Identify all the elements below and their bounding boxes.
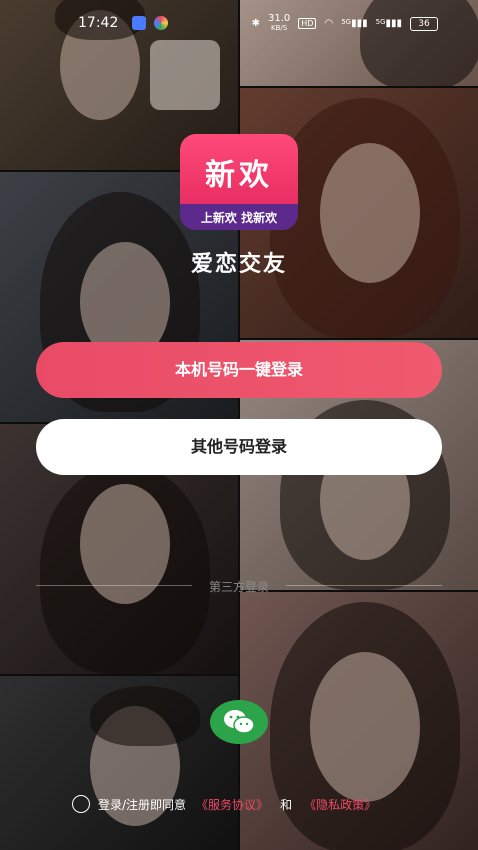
privacy-policy-link[interactable]: 《隐私政策》 [304,796,376,813]
cellular-signal-icon: 5G▮▮▮ [341,18,368,29]
agreement-prefix: 登录/注册即同意 [98,797,187,812]
agreement-and: 和 [280,797,293,812]
other-number-login-button[interactable]: 其他号码登录 [36,419,442,475]
divider-right [286,585,442,586]
bluetooth-icon: ✱ [251,18,260,29]
one-click-login-button[interactable]: 本机号码一键登录 [36,342,442,398]
logo-title: 新欢 [205,158,273,193]
logo-tagline: 上新欢 找新欢 [200,211,278,225]
agreement-row: 登录/注册即同意 《服务协议》 和 《隐私政策》 [72,795,376,813]
app-name: 爱恋交友 [190,252,287,277]
app-notification-icon [132,16,146,30]
agreement-checkbox[interactable] [72,795,90,813]
status-icons: ✱ 31.0 KB/S HD ◠ 5G▮▮▮ 5G▮▮▮ 36 [252,14,438,33]
app-logo: 新欢 上新欢 找新欢 [180,134,298,230]
status-bar: 17:42 ✱ 31.0 KB/S HD ◠ 5G▮▮▮ 5G▮▮▮ 36 [0,0,478,46]
battery-icon: 36 [410,16,438,31]
status-time: 17:42 [78,15,119,31]
hd-badge: HD [298,18,317,29]
app-notification-icon [154,16,168,30]
wechat-login-button[interactable] [210,700,268,744]
third-party-login-label: 第三方登录 [208,580,269,594]
wifi-icon: ◠ [324,18,334,29]
cellular-signal-icon: 5G▮▮▮ [375,18,402,29]
net-speed: 31.0 KB/S [268,13,291,33]
terms-of-service-link[interactable]: 《服务协议》 [196,796,268,813]
login-screen: 17:42 ✱ 31.0 KB/S HD ◠ 5G▮▮▮ 5G▮▮▮ 36 新欢… [0,0,478,850]
wechat-icon [224,710,255,734]
